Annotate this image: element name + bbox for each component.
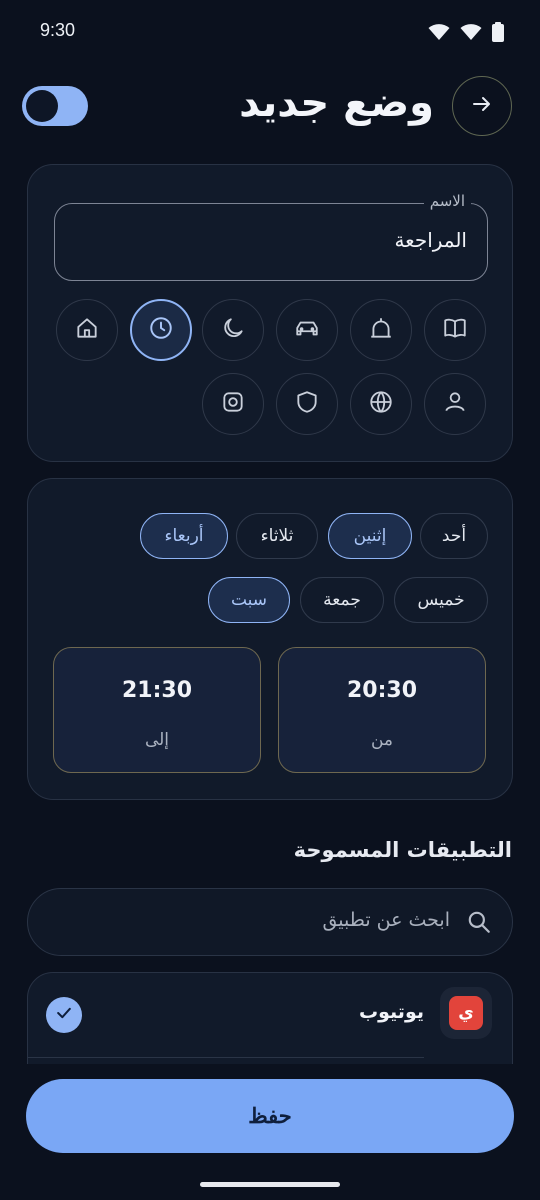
instagram-icon: [220, 389, 246, 419]
person-icon: [442, 389, 468, 419]
icon-option-moon[interactable]: [202, 299, 264, 361]
icon-option-clock[interactable]: [130, 299, 192, 361]
back-button[interactable]: [452, 76, 512, 136]
day-chip-sunday[interactable]: أحد: [420, 513, 488, 559]
moon-icon: [220, 315, 246, 345]
page-title: وضع جديد: [239, 80, 434, 126]
day-chip-thursday[interactable]: خميس: [394, 577, 488, 623]
icon-option-mosque[interactable]: [350, 299, 412, 361]
toggle-knob: [26, 90, 58, 122]
time-to-label: إلى: [144, 730, 170, 750]
allowed-apps-title: التطبيقات المسموحة: [293, 838, 512, 862]
app-search-placeholder: ابحث عن تطبيق: [322, 909, 450, 931]
mode-enabled-toggle[interactable]: [22, 86, 88, 126]
icon-option-book[interactable]: [424, 299, 486, 361]
icon-option-person[interactable]: [424, 373, 486, 435]
icon-option-shield[interactable]: [276, 373, 338, 435]
day-chip-wednesday[interactable]: أربعاء: [140, 513, 228, 559]
arrow-right-icon: [470, 92, 494, 120]
mode-details-card: الاسم المراجعة: [27, 164, 513, 462]
day-chip-monday[interactable]: إثنين: [328, 513, 412, 559]
time-from-box[interactable]: 20:30 من: [278, 647, 486, 773]
status-time: 9:30: [40, 20, 76, 40]
day-chip-tuesday[interactable]: ثلاثاء: [236, 513, 318, 559]
time-from-value: 20:30: [346, 678, 418, 703]
wifi-icon: [428, 23, 450, 45]
app-icon-container: ي: [440, 987, 492, 1039]
youtube-app-icon: ي: [449, 996, 483, 1030]
day-chip-saturday[interactable]: سبت: [208, 577, 290, 623]
save-button[interactable]: حفظ: [26, 1079, 514, 1153]
search-icon: [466, 909, 492, 939]
signal-icon: [460, 23, 482, 45]
status-bar: 9:30: [0, 0, 540, 64]
time-from-label: من: [370, 730, 394, 750]
name-field[interactable]: الاسم المراجعة: [54, 192, 488, 281]
icon-option-globe[interactable]: [350, 373, 412, 435]
battery-icon: [492, 22, 504, 46]
name-field-label: الاسم: [423, 192, 471, 210]
schedule-card: أحد إثنين ثلاثاء أربعاء خميس جمعة سبت 20…: [27, 478, 513, 800]
time-to-box[interactable]: 21:30 إلى: [53, 647, 261, 773]
name-field-value: المراجعة: [394, 228, 467, 252]
icon-option-instagram[interactable]: [202, 373, 264, 435]
shield-icon: [294, 389, 320, 419]
app-search-input[interactable]: ابحث عن تطبيق: [27, 888, 513, 956]
day-chip-friday[interactable]: جمعة: [300, 577, 384, 623]
icon-option-car[interactable]: [276, 299, 338, 361]
check-icon: [54, 1003, 74, 1027]
home-icon: [74, 315, 100, 345]
app-name: يوتيوب: [359, 1001, 424, 1023]
clock-icon: [148, 315, 174, 345]
time-to-value: 21:30: [121, 678, 193, 703]
icon-option-home[interactable]: [56, 299, 118, 361]
divider: [28, 1057, 424, 1058]
mosque-icon: [368, 315, 394, 345]
app-checkbox[interactable]: [46, 997, 82, 1033]
book-icon: [442, 315, 468, 345]
home-indicator[interactable]: [200, 1182, 340, 1187]
car-icon: [294, 315, 320, 345]
globe-icon: [368, 389, 394, 419]
